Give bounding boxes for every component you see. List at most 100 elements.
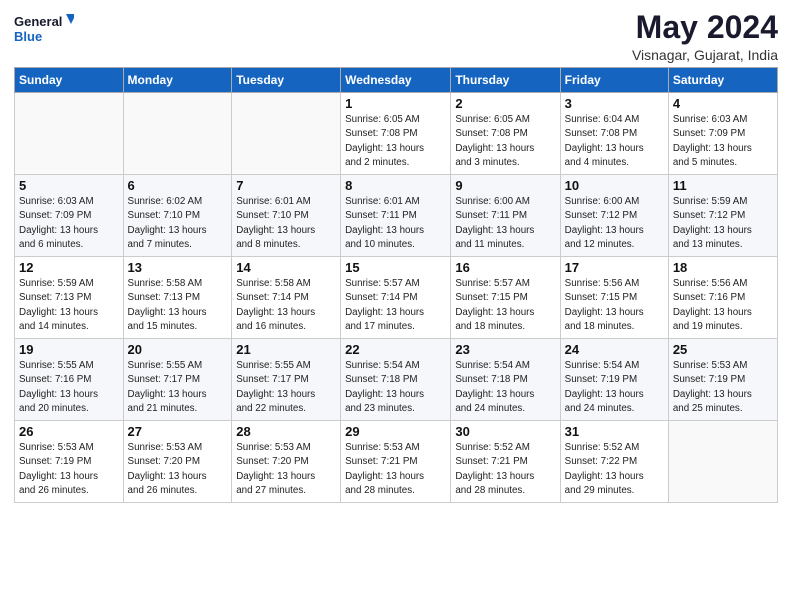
day-number: 20 <box>128 342 228 357</box>
title-block: May 2024 Visnagar, Gujarat, India <box>632 10 778 63</box>
calendar-cell: 21 Sunrise: 5:55 AM Sunset: 7:17 PM Dayli… <box>232 339 341 421</box>
calendar-cell: 24 Sunrise: 5:54 AM Sunset: 7:19 PM Dayli… <box>560 339 668 421</box>
day-number: 5 <box>19 178 119 193</box>
calendar-cell <box>668 421 777 503</box>
day-info: Sunrise: 5:54 AM Sunset: 7:18 PM Dayligh… <box>345 359 446 416</box>
calendar-cell <box>232 93 341 175</box>
calendar-cell: 8 Sunrise: 6:01 AM Sunset: 7:11 PM Daylig… <box>341 175 451 257</box>
day-info: Sunrise: 6:03 AM Sunset: 7:09 PM Dayligh… <box>19 195 119 252</box>
calendar-cell: 6Sunrise: 6:02 AM Sunset: 7:10 PM Daylig… <box>123 175 232 257</box>
day-info: Sunrise: 5:58 AM Sunset: 7:14 PM Dayligh… <box>236 277 336 334</box>
col-thursday: Thursday <box>451 68 560 93</box>
col-monday: Monday <box>123 68 232 93</box>
day-number: 31 <box>565 424 664 439</box>
day-info: Sunrise: 5:57 AM Sunset: 7:15 PM Dayligh… <box>455 277 555 334</box>
day-number: 9 <box>455 178 555 193</box>
day-info: Sunrise: 5:53 AM Sunset: 7:20 PM Dayligh… <box>236 441 336 498</box>
day-number: 19 <box>19 342 119 357</box>
calendar-week-4: 19Sunrise: 5:55 AM Sunset: 7:16 PM Dayli… <box>15 339 778 421</box>
calendar-cell: 19Sunrise: 5:55 AM Sunset: 7:16 PM Dayli… <box>15 339 124 421</box>
calendar-cell: 22 Sunrise: 5:54 AM Sunset: 7:18 PM Dayli… <box>341 339 451 421</box>
calendar-cell: 2 Sunrise: 6:05 AM Sunset: 7:08 PM Daylig… <box>451 93 560 175</box>
day-number: 22 <box>345 342 446 357</box>
calendar-cell: 4Sunrise: 6:03 AM Sunset: 7:09 PM Daylig… <box>668 93 777 175</box>
day-info: Sunrise: 5:59 AM Sunset: 7:13 PM Dayligh… <box>19 277 119 334</box>
calendar-week-5: 26 Sunrise: 5:53 AM Sunset: 7:19 PM Dayli… <box>15 421 778 503</box>
day-number: 14 <box>236 260 336 275</box>
day-info: Sunrise: 6:05 AM Sunset: 7:08 PM Dayligh… <box>345 113 446 170</box>
day-number: 26 <box>19 424 119 439</box>
day-info: Sunrise: 5:56 AM Sunset: 7:15 PM Dayligh… <box>565 277 664 334</box>
svg-text:General: General <box>14 14 62 29</box>
day-number: 4 <box>673 96 773 111</box>
calendar-cell: 29Sunrise: 5:53 AM Sunset: 7:21 PM Dayli… <box>341 421 451 503</box>
calendar-cell: 9Sunrise: 6:00 AM Sunset: 7:11 PM Daylig… <box>451 175 560 257</box>
day-number: 3 <box>565 96 664 111</box>
col-saturday: Saturday <box>668 68 777 93</box>
calendar-cell <box>15 93 124 175</box>
svg-text:Blue: Blue <box>14 29 42 44</box>
day-number: 21 <box>236 342 336 357</box>
calendar-cell: 28 Sunrise: 5:53 AM Sunset: 7:20 PM Dayli… <box>232 421 341 503</box>
day-info: Sunrise: 5:53 AM Sunset: 7:19 PM Dayligh… <box>673 359 773 416</box>
day-number: 13 <box>128 260 228 275</box>
calendar-cell: 26 Sunrise: 5:53 AM Sunset: 7:19 PM Dayli… <box>15 421 124 503</box>
day-number: 10 <box>565 178 664 193</box>
day-number: 30 <box>455 424 555 439</box>
calendar-cell: 20Sunrise: 5:55 AM Sunset: 7:17 PM Dayli… <box>123 339 232 421</box>
day-number: 1 <box>345 96 446 111</box>
day-info: Sunrise: 5:58 AM Sunset: 7:13 PM Dayligh… <box>128 277 228 334</box>
day-info: Sunrise: 6:04 AM Sunset: 7:08 PM Dayligh… <box>565 113 664 170</box>
day-info: Sunrise: 6:01 AM Sunset: 7:11 PM Dayligh… <box>345 195 446 252</box>
day-number: 29 <box>345 424 446 439</box>
calendar-cell: 1 Sunrise: 6:05 AM Sunset: 7:08 PM Daylig… <box>341 93 451 175</box>
day-number: 2 <box>455 96 555 111</box>
page-subtitle: Visnagar, Gujarat, India <box>632 47 778 63</box>
day-info: Sunrise: 5:53 AM Sunset: 7:19 PM Dayligh… <box>19 441 119 498</box>
calendar-week-2: 5 Sunrise: 6:03 AM Sunset: 7:09 PM Daylig… <box>15 175 778 257</box>
day-number: 8 <box>345 178 446 193</box>
calendar-cell: 12Sunrise: 5:59 AM Sunset: 7:13 PM Dayli… <box>15 257 124 339</box>
day-info: Sunrise: 6:00 AM Sunset: 7:12 PM Dayligh… <box>565 195 664 252</box>
day-number: 11 <box>673 178 773 193</box>
day-number: 25 <box>673 342 773 357</box>
calendar-week-3: 12Sunrise: 5:59 AM Sunset: 7:13 PM Dayli… <box>15 257 778 339</box>
day-info: Sunrise: 6:05 AM Sunset: 7:08 PM Dayligh… <box>455 113 555 170</box>
logo-svg: General Blue <box>14 10 74 46</box>
day-number: 15 <box>345 260 446 275</box>
calendar-cell: 31 Sunrise: 5:52 AM Sunset: 7:22 PM Dayli… <box>560 421 668 503</box>
calendar-cell: 5 Sunrise: 6:03 AM Sunset: 7:09 PM Daylig… <box>15 175 124 257</box>
calendar-cell: 16 Sunrise: 5:57 AM Sunset: 7:15 PM Dayli… <box>451 257 560 339</box>
page-title: May 2024 <box>632 10 778 45</box>
day-info: Sunrise: 5:52 AM Sunset: 7:21 PM Dayligh… <box>455 441 555 498</box>
day-number: 6 <box>128 178 228 193</box>
day-info: Sunrise: 5:57 AM Sunset: 7:14 PM Dayligh… <box>345 277 446 334</box>
calendar-cell: 3 Sunrise: 6:04 AM Sunset: 7:08 PM Daylig… <box>560 93 668 175</box>
day-number: 27 <box>128 424 228 439</box>
day-number: 28 <box>236 424 336 439</box>
day-info: Sunrise: 5:52 AM Sunset: 7:22 PM Dayligh… <box>565 441 664 498</box>
day-info: Sunrise: 5:54 AM Sunset: 7:19 PM Dayligh… <box>565 359 664 416</box>
calendar-cell: 27Sunrise: 5:53 AM Sunset: 7:20 PM Dayli… <box>123 421 232 503</box>
day-number: 16 <box>455 260 555 275</box>
calendar-cell: 25 Sunrise: 5:53 AM Sunset: 7:19 PM Dayli… <box>668 339 777 421</box>
day-number: 18 <box>673 260 773 275</box>
calendar-header-row: Sunday Monday Tuesday Wednesday Thursday… <box>15 68 778 93</box>
page-header: General Blue May 2024 Visnagar, Gujarat,… <box>14 10 778 63</box>
logo: General Blue <box>14 10 74 46</box>
calendar-cell: 15 Sunrise: 5:57 AM Sunset: 7:14 PM Dayli… <box>341 257 451 339</box>
calendar-cell: 7Sunrise: 6:01 AM Sunset: 7:10 PM Daylig… <box>232 175 341 257</box>
day-number: 24 <box>565 342 664 357</box>
calendar-week-1: 1 Sunrise: 6:05 AM Sunset: 7:08 PM Daylig… <box>15 93 778 175</box>
day-info: Sunrise: 5:55 AM Sunset: 7:17 PM Dayligh… <box>236 359 336 416</box>
calendar-cell: 11 Sunrise: 5:59 AM Sunset: 7:12 PM Dayli… <box>668 175 777 257</box>
calendar-cell <box>123 93 232 175</box>
col-wednesday: Wednesday <box>341 68 451 93</box>
calendar-cell: 13 Sunrise: 5:58 AM Sunset: 7:13 PM Dayli… <box>123 257 232 339</box>
day-number: 17 <box>565 260 664 275</box>
day-info: Sunrise: 5:59 AM Sunset: 7:12 PM Dayligh… <box>673 195 773 252</box>
calendar-cell: 30 Sunrise: 5:52 AM Sunset: 7:21 PM Dayli… <box>451 421 560 503</box>
calendar-cell: 14 Sunrise: 5:58 AM Sunset: 7:14 PM Dayli… <box>232 257 341 339</box>
day-number: 7 <box>236 178 336 193</box>
calendar-cell: 23Sunrise: 5:54 AM Sunset: 7:18 PM Dayli… <box>451 339 560 421</box>
